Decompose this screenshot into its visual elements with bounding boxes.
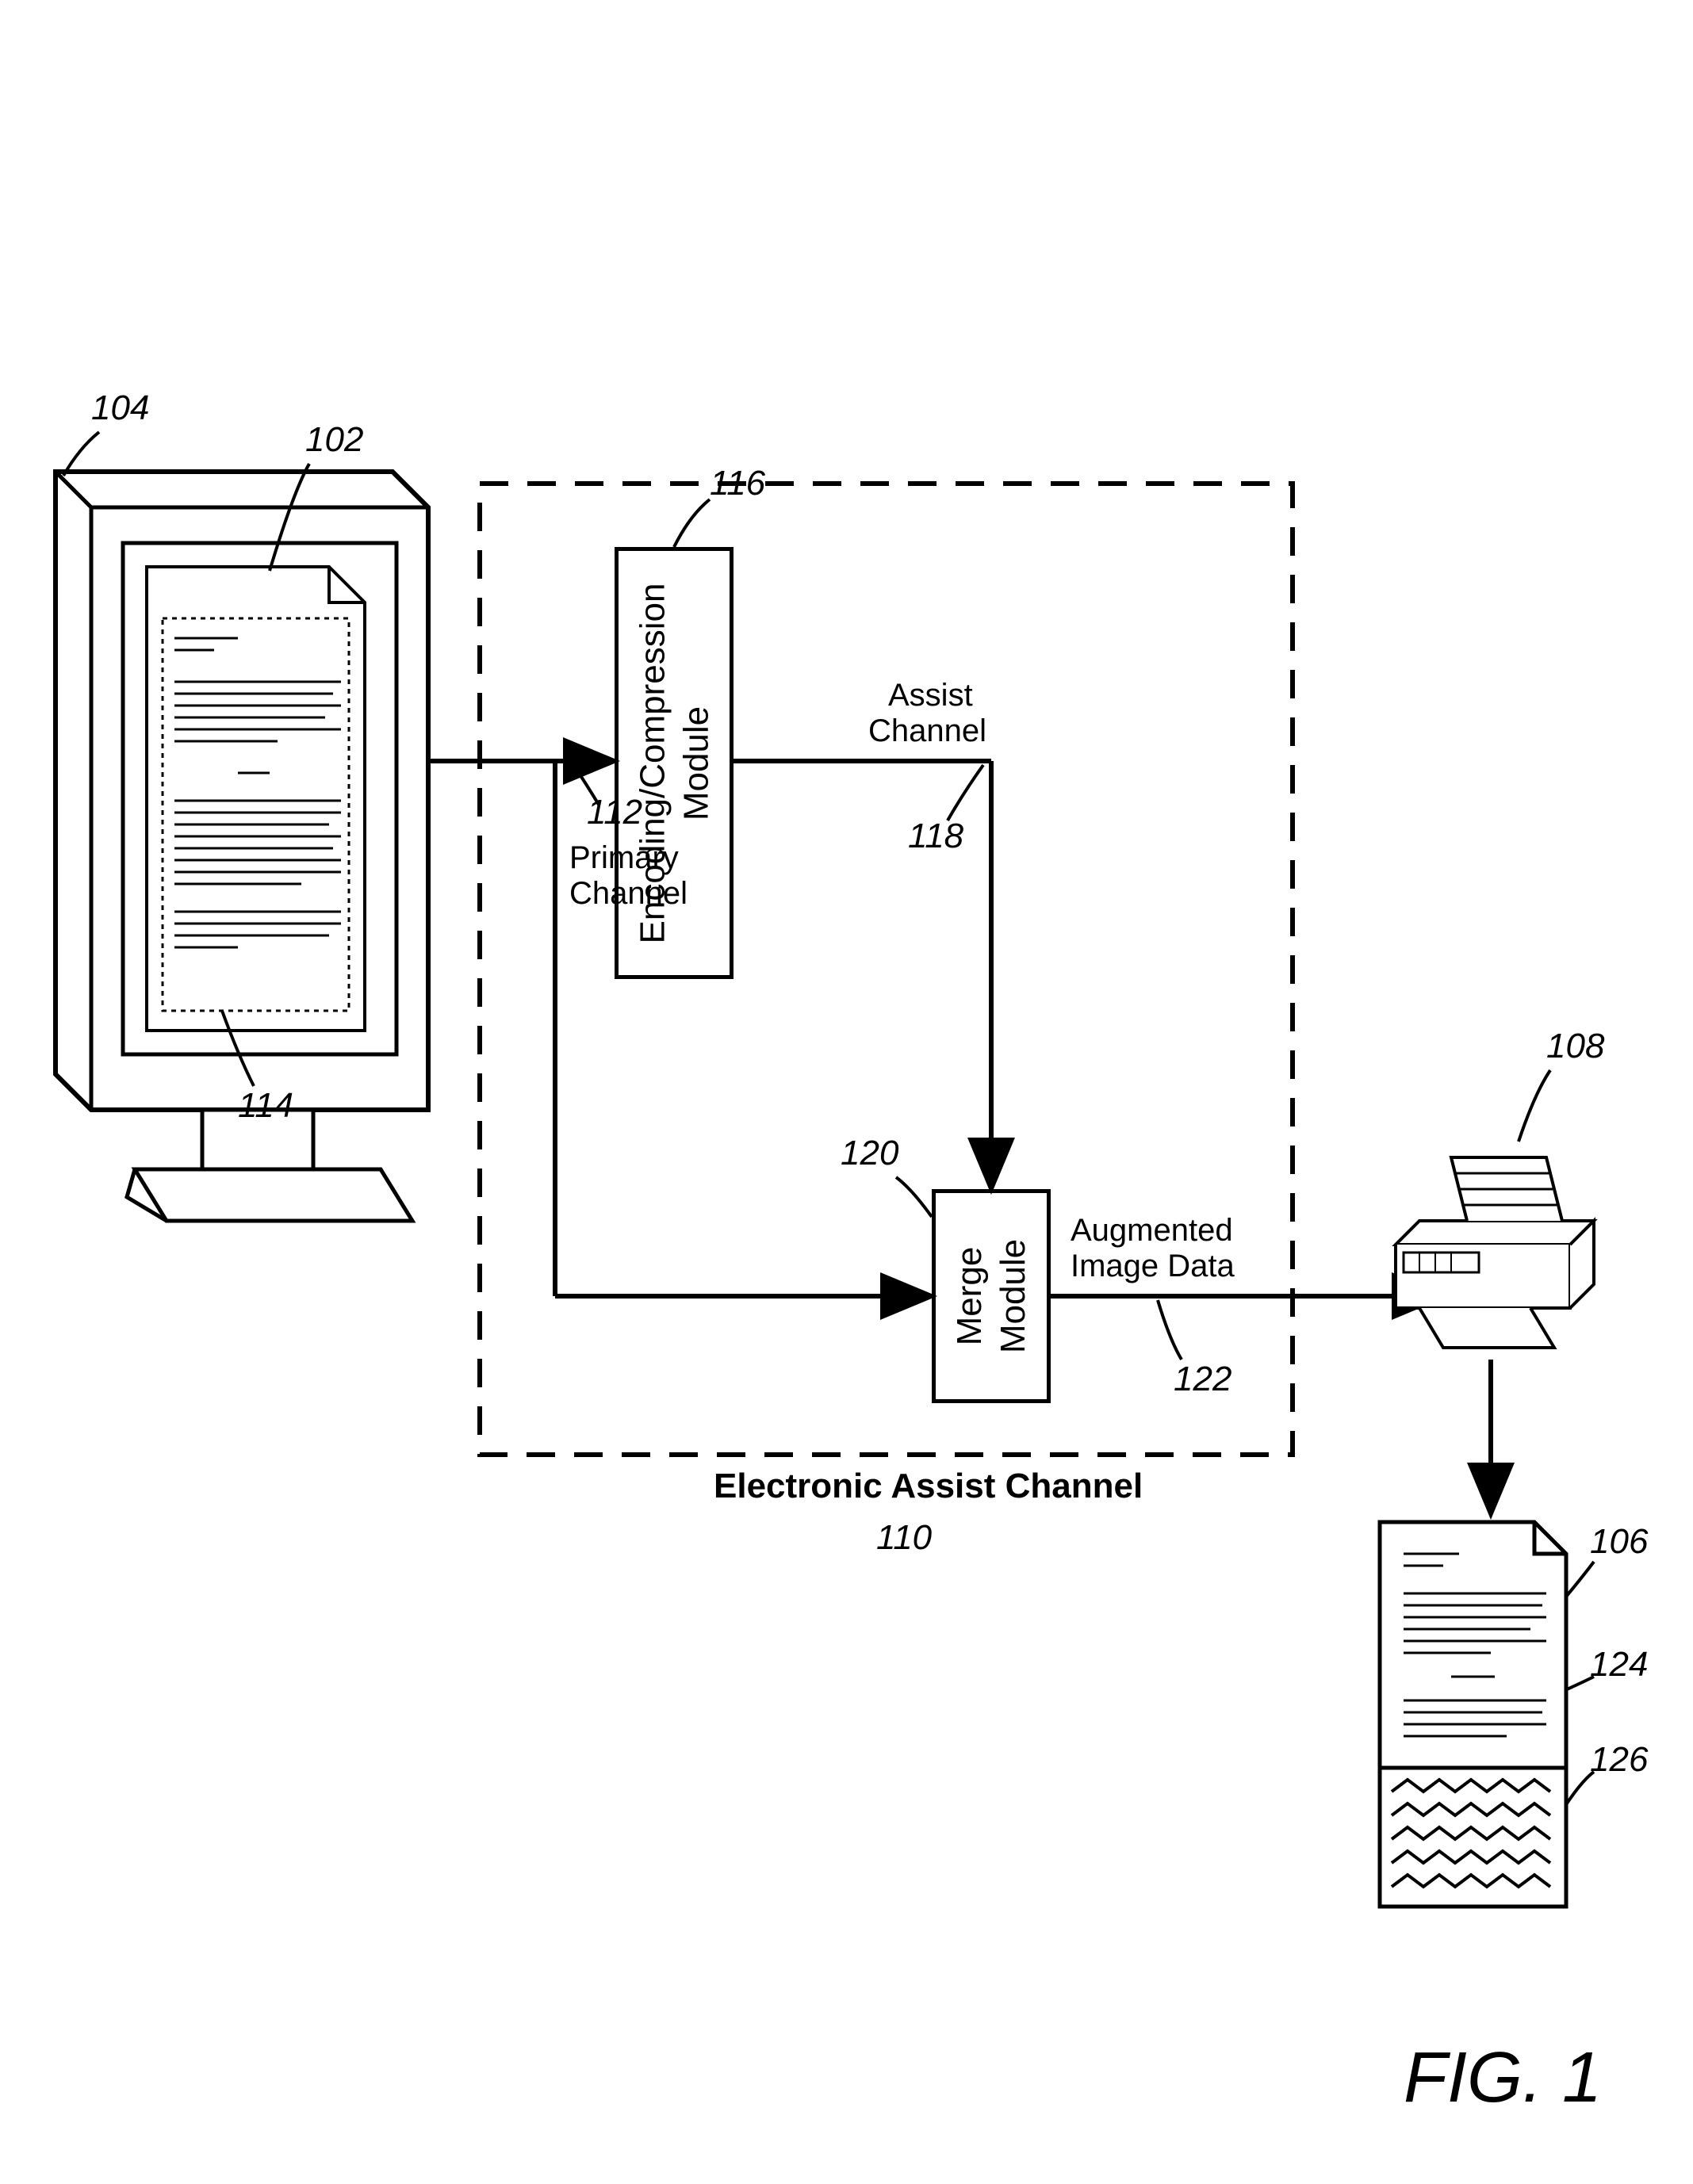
label-122: 122: [1174, 1360, 1231, 1399]
diagram-canvas: Encoding/Compression Module Merge Module: [0, 0, 1693, 2184]
label-primary-2: Channel: [569, 876, 688, 912]
label-114: 114: [238, 1086, 293, 1126]
label-120: 120: [841, 1134, 898, 1173]
label-aug-1: Augmented: [1071, 1213, 1233, 1249]
label-aug-2: Image Data: [1071, 1249, 1235, 1284]
label-110: 110: [876, 1518, 932, 1558]
label-assist-1: Assist: [888, 678, 973, 713]
label-assist-2: Channel: [868, 713, 986, 749]
output-document-icon: [1380, 1522, 1566, 1907]
label-primary-1: Primary: [569, 840, 679, 876]
label-126: 126: [1590, 1740, 1648, 1780]
label-124: 124: [1590, 1645, 1648, 1685]
label-102: 102: [305, 420, 363, 460]
label-118: 118: [908, 817, 963, 856]
label-106: 106: [1590, 1522, 1648, 1562]
label-108: 108: [1546, 1027, 1604, 1066]
label-104: 104: [91, 388, 149, 428]
label-eac: Electronic Assist Channel: [714, 1467, 1143, 1506]
label-116: 116: [710, 464, 765, 503]
label-112: 112: [587, 793, 642, 832]
figure-label: FIG. 1: [1404, 2037, 1602, 2119]
